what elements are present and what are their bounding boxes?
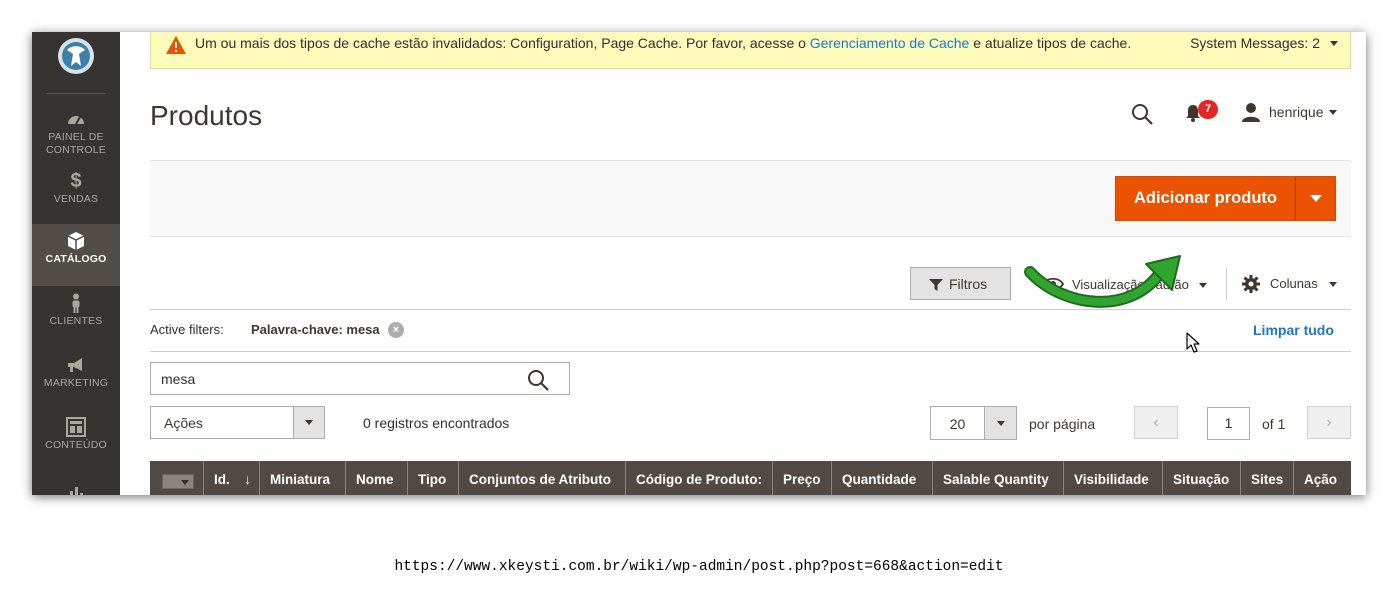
chevron-down-icon [181, 480, 189, 485]
keyword-search [150, 362, 570, 395]
mass-select-checkbox[interactable] [162, 474, 194, 489]
sidebar-item-catalog[interactable]: CATÁLOGO [32, 224, 120, 286]
column-header-status[interactable]: Situação [1163, 461, 1241, 495]
filters-label: Filtros [949, 276, 988, 292]
admin-sidebar: PAINEL DE CONTROLE $ VENDAS CATÁLOGO CLI… [32, 32, 120, 495]
divider [150, 309, 1351, 310]
magento-logo-icon[interactable] [57, 36, 95, 76]
active-filter-chip: Palavra-chave: mesa [251, 322, 380, 337]
sidebar-divider [46, 93, 106, 94]
columns-control[interactable]: Colunas [1242, 275, 1342, 295]
source-url-caption: https://www.xkeysti.com.br/wiki/wp-admin… [394, 559, 1004, 575]
user-menu[interactable]: henrique [1269, 104, 1324, 120]
chevron-down-icon [1310, 195, 1322, 202]
column-header-action[interactable]: Ação [1294, 461, 1351, 495]
page-number-input[interactable]: 1 [1207, 407, 1250, 440]
dropdown-button[interactable] [984, 407, 1016, 439]
column-header-websites[interactable]: Sites [1241, 461, 1294, 495]
megaphone-icon [66, 355, 86, 375]
view-label: Visualização padrão [1072, 277, 1189, 292]
warning-icon [165, 35, 187, 55]
bar-chart-icon [66, 479, 86, 495]
notifications-badge[interactable]: 7 [1198, 100, 1218, 119]
column-header-type[interactable]: Tipo [408, 461, 459, 495]
mass-select-column[interactable] [150, 461, 204, 495]
mass-actions-value: Ações [164, 415, 203, 431]
view-switcher[interactable]: Visualização padrão [1041, 276, 1212, 296]
gear-icon [1242, 275, 1260, 293]
admin-window: PAINEL DE CONTROLE $ VENDAS CATÁLOGO CLI… [32, 32, 1366, 495]
page-actions-bar: Adicionar produto [150, 160, 1351, 237]
page-total: of 1 [1262, 416, 1286, 432]
sidebar-item-label: CATÁLOGO [45, 253, 107, 265]
per-page-label: por página [1029, 416, 1096, 432]
chevron-down-icon [997, 421, 1005, 426]
records-found: 0 registros encontrados [363, 415, 510, 431]
sidebar-item-reports[interactable] [32, 472, 120, 495]
eye-icon [1041, 277, 1065, 291]
sidebar-item-content[interactable]: CONTEÚDO [32, 410, 120, 472]
chevron-down-icon[interactable] [1329, 110, 1337, 115]
system-message-banner: Um ou mais dos tipos de cache estão inva… [150, 32, 1351, 69]
search-input[interactable] [151, 363, 521, 394]
page-title: Produtos [150, 100, 263, 131]
dropdown-button[interactable] [293, 407, 324, 438]
column-header-name[interactable]: Nome [346, 461, 408, 495]
column-header-id[interactable]: Id. ↓ [204, 461, 260, 495]
dollar-icon: $ [70, 170, 82, 192]
sidebar-item-label: CONTEÚDO [45, 439, 107, 451]
column-header-salable-quantity[interactable]: Salable Quantity [933, 461, 1064, 495]
column-header-label: Id. [214, 472, 230, 487]
divider [150, 351, 1351, 352]
add-product-button[interactable]: Adicionar produto [1115, 176, 1336, 221]
chevron-down-icon [1199, 283, 1207, 288]
search-icon[interactable] [1130, 102, 1154, 126]
sidebar-item-label: VENDAS [53, 193, 99, 205]
products-grid-header: Id. ↓ Miniatura Nome Tipo Conjuntos de A… [150, 461, 1351, 495]
add-product-type-toggle[interactable] [1296, 177, 1336, 220]
column-header-price[interactable]: Preço [773, 461, 832, 495]
sidebar-item-customers[interactable]: CLIENTES [32, 286, 120, 348]
chevron-down-icon [1329, 282, 1337, 287]
column-header-thumbnail[interactable]: Miniatura [260, 461, 346, 495]
column-header-sku[interactable]: Código de Produto: [626, 461, 773, 495]
sidebar-item-sales[interactable]: $ VENDAS [32, 164, 120, 226]
sidebar-item-label: MARKETING [43, 377, 109, 389]
sidebar-item-label: PAINEL DE CONTROLE [46, 131, 106, 156]
per-page-select[interactable]: 20 [930, 406, 1017, 440]
user-icon[interactable] [1241, 102, 1261, 122]
columns-label: Colunas [1270, 276, 1318, 291]
active-filters-label: Active filters: [150, 322, 224, 337]
sidebar-item-dashboard[interactable]: PAINEL DE CONTROLE [32, 102, 120, 164]
chevron-down-icon [305, 420, 313, 425]
column-header-attribute-set[interactable]: Conjuntos de Atributo [459, 461, 626, 495]
next-page-button[interactable]: › [1307, 406, 1351, 439]
layout-icon [66, 417, 86, 437]
previous-page-button[interactable]: ‹ [1134, 406, 1178, 439]
sort-descending-icon: ↓ [244, 472, 251, 487]
cache-management-link[interactable]: Gerenciamento de Cache [810, 35, 970, 51]
clear-all-filters-link[interactable]: Limpar tudo [1253, 322, 1334, 338]
chevron-down-icon[interactable] [1330, 41, 1338, 46]
column-header-visibility[interactable]: Visibilidade [1064, 461, 1163, 495]
dashboard-icon [66, 109, 86, 129]
column-header-quantity[interactable]: Quantidade [832, 461, 933, 495]
controls-divider [1226, 268, 1227, 300]
sidebar-item-label: CLIENTES [49, 315, 103, 327]
add-product-label[interactable]: Adicionar produto [1116, 177, 1295, 220]
person-icon [66, 293, 86, 313]
system-messages-counter[interactable]: System Messages: 2 [1190, 35, 1320, 51]
remove-filter-icon[interactable]: × [388, 322, 404, 338]
system-message-text-before: Um ou mais dos tipos de cache estão inva… [195, 35, 806, 51]
box-icon [66, 231, 86, 251]
funnel-icon [929, 278, 943, 291]
system-message-text: Um ou mais dos tipos de cache estão inva… [195, 35, 1131, 51]
per-page-value: 20 [949, 416, 966, 432]
filters-button[interactable]: Filtros [910, 267, 1011, 300]
sidebar-item-marketing[interactable]: MARKETING [32, 348, 120, 410]
search-icon[interactable] [527, 369, 549, 391]
system-message-text-after: e atualize tipos de cache. [973, 35, 1132, 51]
mass-actions-select[interactable]: Ações [150, 406, 325, 439]
